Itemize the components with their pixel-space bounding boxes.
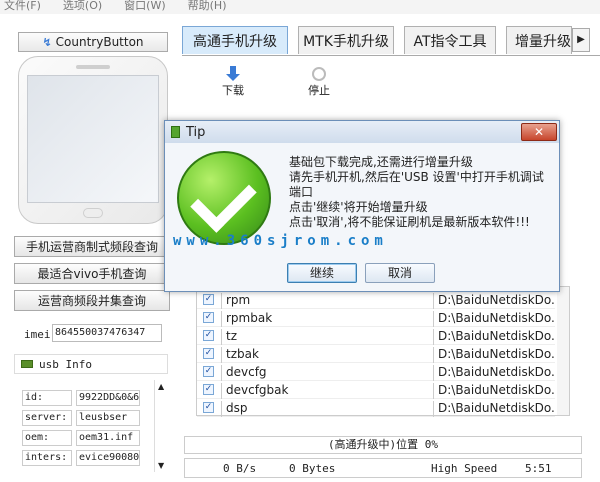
info-row: id: 9922DD&0&6 bbox=[22, 390, 140, 406]
dialog-title-bar: Tip bbox=[165, 121, 559, 143]
file-name: rpmbak bbox=[221, 311, 421, 327]
message-line: 点击'继续'将开始增量升级 bbox=[289, 200, 428, 214]
file-path: D:\BaiduNetdiskDo... bbox=[433, 365, 555, 381]
menu-options[interactable]: 选项(O) bbox=[63, 0, 102, 14]
status-bar: 0 B/s 0 Bytes High Speed 5:51 bbox=[184, 458, 582, 478]
phone-speaker bbox=[76, 65, 110, 69]
usb-icon bbox=[21, 360, 33, 368]
usb-info-header: usb Info bbox=[14, 354, 168, 374]
message-line: 基础包下载完成,还需进行增量升级 bbox=[289, 155, 473, 169]
phone-image bbox=[18, 56, 168, 224]
tip-dialog: Tip ✕ 基础包下载完成,还需进行增量升级 请先手机开机,然后在'USB 设置… bbox=[164, 120, 560, 292]
file-path: D:\BaiduNetdiskDo... bbox=[433, 383, 555, 399]
stop-icon bbox=[312, 67, 326, 81]
info-scrollbar[interactable]: ▲ ▼ bbox=[154, 380, 168, 472]
phone-home-button bbox=[83, 208, 103, 218]
download-label: 下载 bbox=[222, 84, 244, 97]
file-checkbox[interactable]: ✓ bbox=[203, 366, 214, 377]
tab-scroll-right-icon[interactable]: ▶ bbox=[572, 28, 590, 52]
usb-mode: High Speed bbox=[431, 462, 498, 475]
menu-help[interactable]: 帮助(H) bbox=[188, 0, 227, 14]
tab-mtk-upgrade[interactable]: MTK手机升级 bbox=[298, 26, 394, 54]
dialog-message: 基础包下载完成,还需进行增量升级 请先手机开机,然后在'USB 设置'中打开手机… bbox=[289, 155, 549, 230]
tab-at-command[interactable]: AT指令工具 bbox=[404, 26, 496, 54]
transfer-speed: 0 B/s bbox=[223, 462, 257, 475]
phone-screen bbox=[27, 75, 159, 203]
transfer-bytes: 0 Bytes bbox=[289, 462, 336, 475]
file-list-scrollbar[interactable] bbox=[557, 287, 569, 415]
progress-status: (高通升级中)位置 0% bbox=[184, 436, 582, 454]
usb-info-label: usb Info bbox=[39, 357, 92, 371]
file-checkbox[interactable]: ✓ bbox=[203, 312, 214, 323]
file-name: tzbak bbox=[221, 347, 421, 363]
download-button[interactable]: 下载 bbox=[222, 66, 244, 98]
list-item[interactable]: ✓ dsp D:\BaiduNetdiskDo... bbox=[197, 399, 555, 417]
tab-incremental-upgrade[interactable]: 增量升级 bbox=[506, 26, 572, 54]
cancel-button[interactable]: 取消 bbox=[365, 263, 435, 283]
file-list: ✓ rpm D:\BaiduNetdiskDo... ✓ rpmbak D:\B… bbox=[196, 286, 570, 417]
info-row: inters: evice90080 bbox=[22, 450, 140, 466]
scroll-up-icon[interactable]: ▲ bbox=[158, 382, 164, 391]
file-checkbox[interactable]: ✓ bbox=[203, 402, 214, 413]
file-path: D:\BaiduNetdiskDo... bbox=[433, 347, 555, 363]
file-name: devcfgbak bbox=[221, 383, 421, 399]
app-icon bbox=[171, 126, 180, 138]
file-checkbox[interactable]: ✓ bbox=[203, 330, 214, 341]
tab-qualcomm-upgrade[interactable]: 高通手机升级 bbox=[182, 26, 288, 54]
file-name: devcfg bbox=[221, 365, 421, 381]
best-vivo-query-button[interactable]: 最适合vivo手机查询 bbox=[14, 263, 170, 284]
continue-button[interactable]: 继续 bbox=[287, 263, 357, 283]
close-button[interactable]: ✕ bbox=[521, 123, 557, 141]
info-value: 9922DD&0&6 bbox=[76, 390, 140, 406]
message-line: 请先手机开机,然后在'USB 设置'中打开手机调试端口 bbox=[289, 170, 544, 199]
carrier-band-union-button[interactable]: 运营商频段并集查询 bbox=[14, 290, 170, 311]
message-line: 点击'取消',将不能保证刷机是最新版本软件!!! bbox=[289, 215, 530, 229]
list-item[interactable]: ✓ rpm D:\BaiduNetdiskDo... bbox=[197, 291, 555, 309]
file-path: D:\BaiduNetdiskDo... bbox=[433, 293, 555, 309]
watermark-text: www.360sjrom.com bbox=[173, 233, 388, 249]
list-item[interactable]: ✓ devcfgbak D:\BaiduNetdiskDo... bbox=[197, 381, 555, 399]
country-button-label: CountryButton bbox=[55, 35, 144, 49]
info-value: leusbser bbox=[76, 410, 140, 426]
stop-button[interactable]: 停止 bbox=[308, 66, 330, 98]
stop-label: 停止 bbox=[308, 84, 330, 97]
list-item[interactable]: ✓ devcfg D:\BaiduNetdiskDo... bbox=[197, 363, 555, 381]
file-path: D:\BaiduNetdiskDo... bbox=[433, 311, 555, 327]
phone-signal-icon: ↯ bbox=[42, 35, 52, 49]
tab-bar: 高通手机升级 MTK手机升级 AT指令工具 增量升级 bbox=[182, 24, 600, 56]
info-value: evice90080 bbox=[76, 450, 140, 466]
file-checkbox[interactable]: ✓ bbox=[203, 348, 214, 359]
info-key: inters: bbox=[22, 450, 72, 466]
info-row: oem: oem31.inf bbox=[22, 430, 140, 446]
file-checkbox[interactable]: ✓ bbox=[203, 294, 214, 305]
file-path: D:\BaiduNetdiskDo... bbox=[433, 401, 555, 417]
checkmark-icon bbox=[177, 151, 271, 245]
list-item[interactable]: ✓ tz D:\BaiduNetdiskDo... bbox=[197, 327, 555, 345]
carrier-band-query-button[interactable]: 手机运营商制式频段查询 bbox=[14, 236, 170, 257]
info-value: oem31.inf bbox=[76, 430, 140, 446]
imei-field[interactable]: 864550037476347 bbox=[52, 324, 162, 342]
list-item[interactable]: ✓ tzbak D:\BaiduNetdiskDo... bbox=[197, 345, 555, 363]
menu-window[interactable]: 窗口(W) bbox=[124, 0, 165, 14]
country-button[interactable]: ↯ CountryButton bbox=[18, 32, 168, 52]
dialog-title: Tip bbox=[186, 124, 206, 140]
scroll-down-icon[interactable]: ▼ bbox=[158, 461, 164, 470]
file-name: tz bbox=[221, 329, 421, 345]
file-checkbox[interactable]: ✓ bbox=[203, 384, 214, 395]
file-path: D:\BaiduNetdiskDo... bbox=[433, 329, 555, 345]
file-name: dsp bbox=[221, 401, 421, 417]
info-key: server: bbox=[22, 410, 72, 426]
menu-bar: 文件(F) 选项(O) 窗口(W) 帮助(H) bbox=[0, 0, 600, 14]
info-key: id: bbox=[22, 390, 72, 406]
info-key: oem: bbox=[22, 430, 72, 446]
elapsed-time: 5:51 bbox=[525, 462, 552, 475]
list-item[interactable]: ✓ rpmbak D:\BaiduNetdiskDo... bbox=[197, 309, 555, 327]
menu-file[interactable]: 文件(F) bbox=[4, 0, 41, 14]
imei-label: imei bbox=[24, 328, 51, 341]
download-icon bbox=[225, 66, 241, 82]
file-name: rpm bbox=[221, 293, 421, 309]
info-row: server: leusbser bbox=[22, 410, 140, 426]
